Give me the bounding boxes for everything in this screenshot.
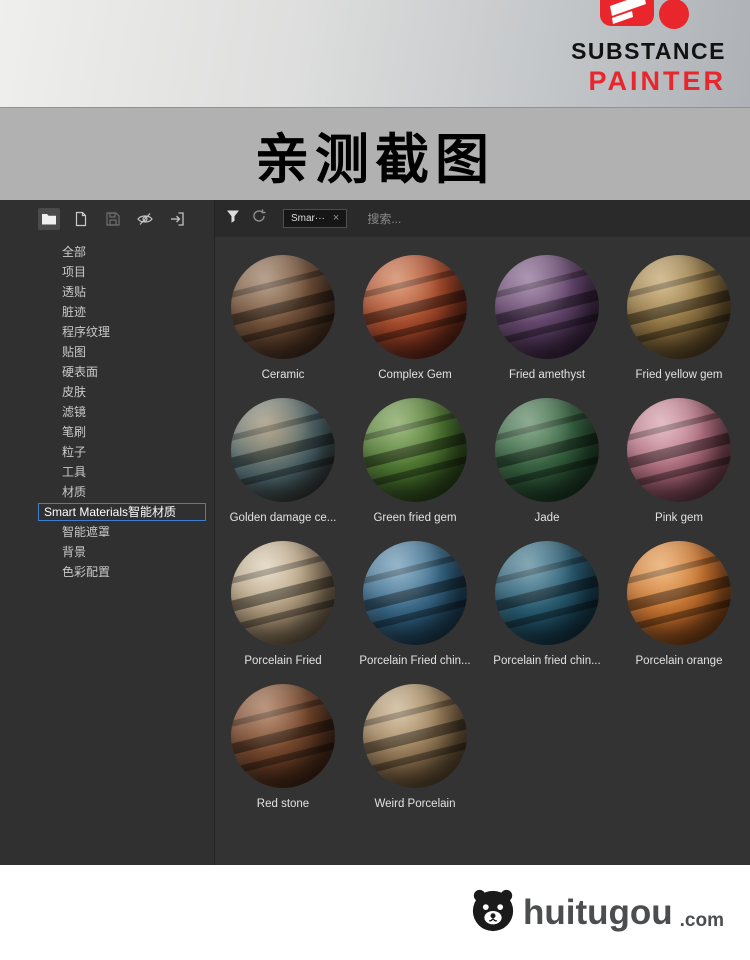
material-item[interactable]: Porcelain Fried chin... — [349, 541, 481, 667]
material-item[interactable]: Porcelain fried chin... — [481, 541, 613, 667]
material-sphere[interactable] — [231, 255, 335, 359]
material-sphere[interactable] — [363, 684, 467, 788]
material-name: Porcelain fried chin... — [493, 655, 601, 667]
material-name: Fried yellow gem — [635, 369, 723, 381]
material-item[interactable]: Fried amethyst — [481, 255, 613, 381]
material-name: Porcelain Fried — [244, 655, 322, 667]
material-grid: Ceramic Complex Gem Fried amethyst Fried… — [215, 237, 750, 810]
material-item[interactable]: Porcelain orange — [613, 541, 745, 667]
sidebar-item-materials[interactable]: 材质 — [0, 482, 214, 502]
category-list: 全部 项目 透贴 脏迹 程序纹理 贴图 硬表面 皮肤 滤镜 笔刷 粒子 工具 材… — [0, 242, 214, 582]
sidebar-item-grunge[interactable]: 脏迹 — [0, 302, 214, 322]
material-name: Golden damage ce... — [229, 512, 337, 524]
filter-funnel-icon[interactable] — [225, 208, 241, 229]
folder-icon[interactable] — [38, 207, 60, 230]
refresh-icon[interactable] — [251, 208, 267, 229]
footer-logo-suffix: .com — [679, 910, 724, 931]
material-name: Jade — [534, 512, 560, 524]
material-sphere[interactable] — [495, 541, 599, 645]
material-item[interactable]: Golden damage ce... — [217, 398, 349, 524]
sidebar-item-smart-materials[interactable]: Smart Materials智能材质 — [38, 503, 206, 521]
sidebar-item-procedurals[interactable]: 程序纹理 — [0, 322, 214, 342]
material-item[interactable]: Complex Gem — [349, 255, 481, 381]
footer: huitugou .com — [0, 865, 750, 960]
material-sphere[interactable] — [363, 541, 467, 645]
headline-band: 亲测截图 — [0, 108, 750, 200]
shelf-sidebar: 全部 项目 透贴 脏迹 程序纹理 贴图 硬表面 皮肤 滤镜 笔刷 粒子 工具 材… — [0, 200, 215, 865]
token-close-icon[interactable]: × — [333, 213, 339, 224]
brand-line2: PAINTER — [588, 66, 726, 96]
sidebar-item-project[interactable]: 项目 — [0, 262, 214, 282]
save-icon[interactable] — [102, 208, 124, 230]
banner: SUBSTANCE PAINTER — [0, 0, 750, 108]
chuitugou-logo: huitugou .com — [470, 887, 724, 938]
material-sphere[interactable] — [231, 541, 335, 645]
material-name: Weird Porcelain — [374, 798, 456, 810]
material-sphere[interactable] — [231, 684, 335, 788]
brand-wordmark: SUBSTANCE PAINTER — [571, 38, 726, 97]
material-sphere[interactable] — [231, 398, 335, 502]
sidebar-item-textures[interactable]: 贴图 — [0, 342, 214, 362]
material-name: Green fried gem — [373, 512, 457, 524]
sidebar-item-color-profiles[interactable]: 色彩配置 — [0, 562, 214, 582]
brand-line1: SUBSTANCE — [571, 38, 726, 64]
filter-bar: Smar··· × — [215, 200, 750, 237]
material-name: Ceramic — [261, 369, 305, 381]
material-item[interactable]: Jade — [481, 398, 613, 524]
eye-slash-icon[interactable] — [134, 208, 156, 230]
sidebar-toolbar — [0, 200, 214, 237]
sidebar-item-particles[interactable]: 粒子 — [0, 442, 214, 462]
material-item[interactable]: Porcelain Fried — [217, 541, 349, 667]
sidebar-item-brushes[interactable]: 笔刷 — [0, 422, 214, 442]
search-input[interactable] — [365, 210, 740, 227]
sidebar-item-filters[interactable]: 滤镜 — [0, 402, 214, 422]
headline-text: 亲测截图 — [255, 129, 495, 190]
material-name: Fried amethyst — [508, 369, 586, 381]
sidebar-item-skin[interactable]: 皮肤 — [0, 382, 214, 402]
material-item[interactable]: Green fried gem — [349, 398, 481, 524]
export-icon[interactable] — [166, 208, 188, 230]
material-sphere[interactable] — [363, 255, 467, 359]
material-sphere[interactable] — [627, 398, 731, 502]
material-name: Porcelain Fried chin... — [359, 655, 471, 667]
material-name: Porcelain orange — [635, 655, 723, 667]
shelf-content: Smar··· × Ceramic Complex Gem Fried amet… — [215, 200, 750, 865]
footer-logo-text: huitugou — [522, 892, 673, 932]
material-item[interactable]: Red stone — [217, 684, 349, 810]
material-item[interactable]: Fried yellow gem — [613, 255, 745, 381]
sidebar-item-hard-surfaces[interactable]: 硬表面 — [0, 362, 214, 382]
material-name: Complex Gem — [378, 369, 452, 381]
material-item[interactable]: Weird Porcelain — [349, 684, 481, 810]
sidebar-item-tools[interactable]: 工具 — [0, 462, 214, 482]
sidebar-item-all[interactable]: 全部 — [0, 242, 214, 262]
new-file-icon[interactable] — [70, 208, 92, 230]
dog-icon — [470, 887, 516, 938]
material-item[interactable]: Pink gem — [613, 398, 745, 524]
material-sphere[interactable] — [495, 255, 599, 359]
search-token-label: Smar··· — [291, 213, 325, 224]
search-token-chip[interactable]: Smar··· × — [283, 209, 348, 228]
material-sphere[interactable] — [495, 398, 599, 502]
material-sphere[interactable] — [363, 398, 467, 502]
material-item[interactable]: Ceramic — [217, 255, 349, 381]
sidebar-item-smart-masks[interactable]: 智能遮罩 — [0, 522, 214, 542]
shelf-window: 全部 项目 透贴 脏迹 程序纹理 贴图 硬表面 皮肤 滤镜 笔刷 粒子 工具 材… — [0, 200, 750, 865]
material-sphere[interactable] — [627, 255, 731, 359]
material-name: Pink gem — [655, 512, 703, 524]
material-sphere[interactable] — [627, 541, 731, 645]
material-name: Red stone — [256, 798, 310, 810]
sidebar-item-alphas[interactable]: 透贴 — [0, 282, 214, 302]
sidebar-item-environments[interactable]: 背景 — [0, 542, 214, 562]
